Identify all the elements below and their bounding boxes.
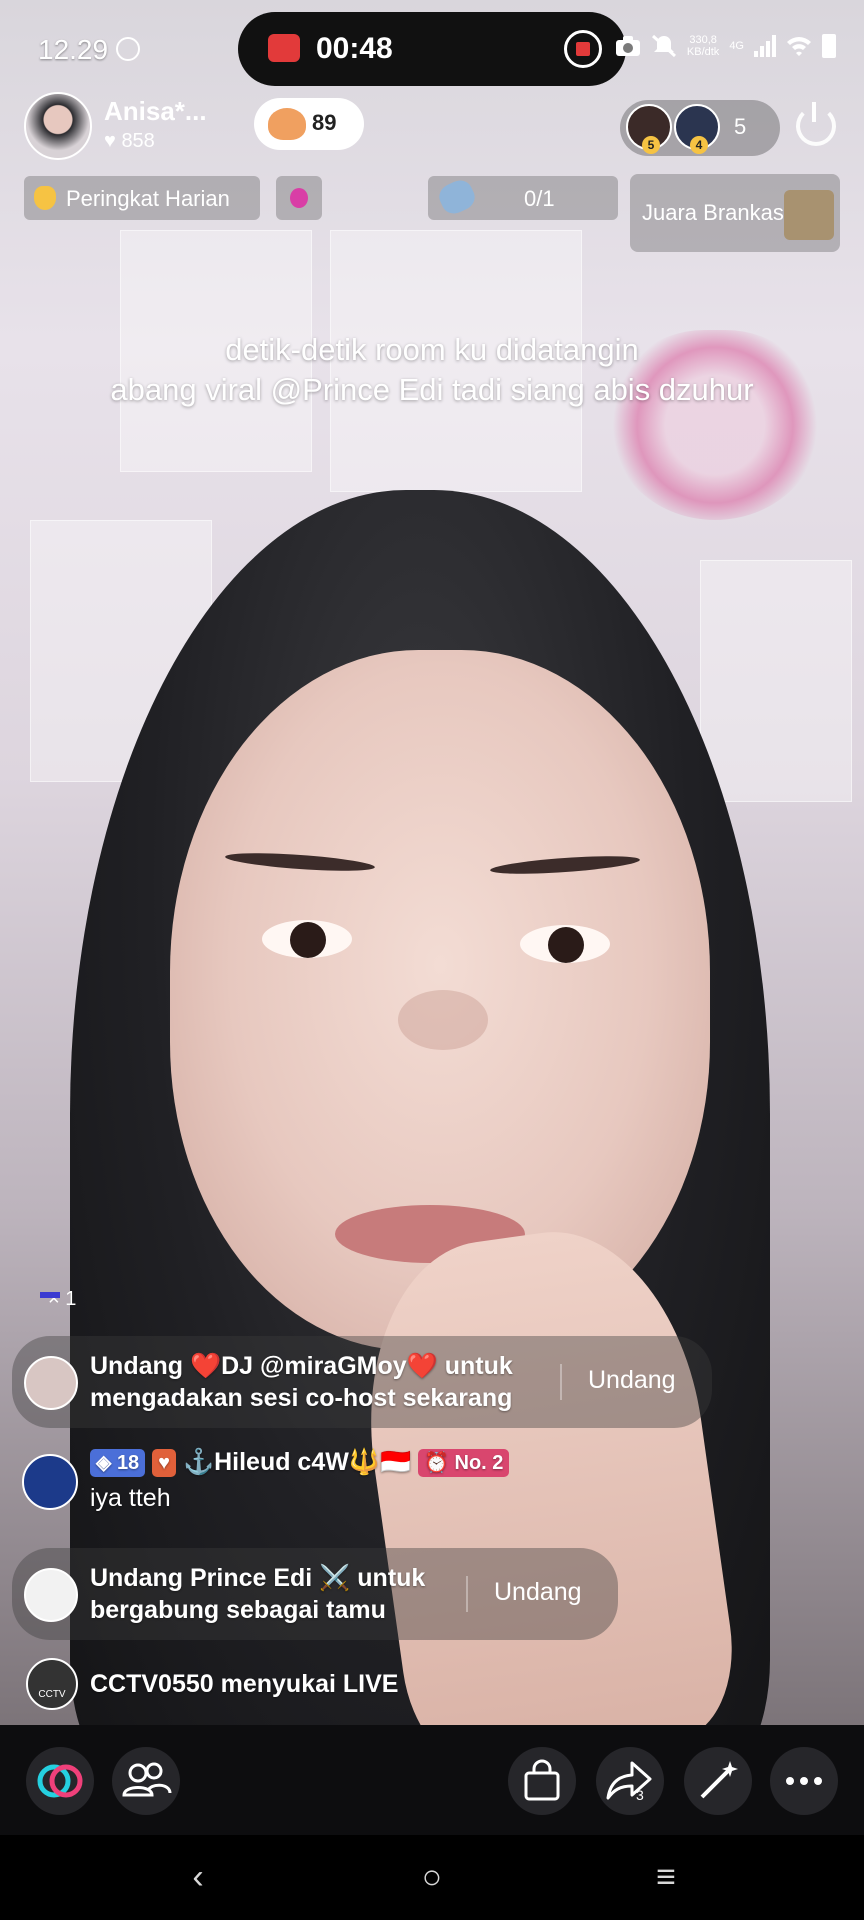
guests-button[interactable]: [112, 1747, 180, 1815]
invite-cohost-button[interactable]: Undang: [588, 1366, 676, 1395]
more-icon: [786, 1777, 822, 1785]
host-info[interactable]: Anisa*... ♥ 858 89: [22, 92, 364, 160]
avatar[interactable]: [22, 1454, 78, 1510]
goal-progress: 0/1: [524, 186, 555, 211]
live-toolbar: 3: [0, 1725, 864, 1835]
share-icon: [606, 1761, 652, 1800]
system-navigation-bar: ‹ ○ ≡: [0, 1835, 864, 1920]
back-icon[interactable]: ‹: [168, 1853, 228, 1901]
home-icon[interactable]: ○: [402, 1853, 462, 1901]
status-bar: 12.29 00:48 330,8 KB/dtk 4G: [0, 0, 864, 96]
cohost-invite-item[interactable]: Undang ❤️DJ @miraGMoy❤️ untuk mengadakan…: [12, 1336, 712, 1428]
viewer-avatar[interactable]: 4: [674, 104, 720, 154]
viewer-rank-badge: 4: [690, 136, 708, 154]
combo-mark: [40, 1292, 60, 1298]
mute-icon: [651, 34, 676, 58]
invite-line: Undang Prince Edi ⚔️ untuk: [90, 1564, 426, 1592]
signal-icon: [754, 35, 776, 57]
chat-message[interactable]: ◈ 18 ♥ ⚓Hileud c4W🔱🇮🇩 ⏰ No. 2 iya tteh: [12, 1440, 712, 1540]
eye: [262, 920, 352, 958]
invite-guest-button[interactable]: Undang: [494, 1578, 582, 1607]
hand-icon: [34, 186, 56, 210]
chat-message-text: iya tteh: [90, 1484, 171, 1512]
cohost-invite-text: Undang ❤️DJ @miraGMoy❤️ untuk mengadakan…: [90, 1350, 513, 1414]
divider: [560, 1364, 562, 1400]
goal-icon: [435, 176, 479, 218]
wall-poster: [700, 560, 852, 802]
fan-badge-icon: ♥: [152, 1449, 177, 1478]
video-caption: detik-detik room ku didatangin abang vir…: [0, 330, 864, 410]
guests-icon: [122, 1762, 172, 1797]
system-icons: 330,8 KB/dtk 4G: [615, 34, 836, 58]
caption-line: detik-detik room ku didatangin: [225, 332, 639, 367]
level-number: 18: [116, 1452, 140, 1475]
fan-club-button[interactable]: 89: [254, 98, 364, 150]
host-name[interactable]: Anisa*...: [104, 96, 207, 127]
network-speed: 330,8 KB/dtk: [686, 34, 720, 58]
gift-badge-icon[interactable]: [276, 176, 322, 220]
effects-button[interactable]: [684, 1747, 752, 1815]
nose: [398, 990, 488, 1050]
like-event-text: CCTV0550 menyukai LIVE: [90, 1670, 399, 1698]
rank-badge: ⏰ No. 2: [418, 1449, 510, 1478]
rank-text: No. 2: [454, 1452, 504, 1475]
caption-line: abang viral @Prince Edi tadi siang abis …: [110, 372, 754, 407]
wifi-icon: [787, 37, 811, 56]
daily-ranking-pill[interactable]: Peringkat Harian: [24, 176, 260, 220]
network-type: 4G: [729, 40, 744, 52]
like-event: CCTV CCTV0550 menyukai LIVE: [12, 1654, 712, 1718]
more-button[interactable]: [770, 1747, 838, 1815]
close-live-icon[interactable]: [796, 102, 836, 146]
link-icon: [37, 1764, 83, 1798]
treasure-box-pill[interactable]: Juara Brankas: [630, 174, 840, 252]
goal-pill[interactable]: 0/1: [428, 176, 618, 220]
magic-wand-icon: [700, 1761, 738, 1799]
screen-recording-pill[interactable]: 00:48: [238, 12, 626, 86]
chat-username[interactable]: ⚓Hileud c4W🔱🇮🇩: [183, 1448, 411, 1476]
heart-icon: [268, 108, 306, 140]
invite-line: bergabung sebagai tamu: [90, 1596, 386, 1624]
treasure-box-label: Juara Brankas: [642, 200, 784, 225]
guest-invite-item[interactable]: Undang Prince Edi ⚔️ untuk bergabung seb…: [12, 1548, 618, 1640]
recents-icon[interactable]: ≡: [636, 1853, 696, 1901]
avatar[interactable]: [24, 1356, 78, 1410]
video-camera-icon: [268, 34, 300, 62]
guest-invite-text: Undang Prince Edi ⚔️ untuk bergabung seb…: [90, 1562, 425, 1626]
viewer-count: 5: [734, 114, 747, 139]
chat-message-header: ◈ 18 ♥ ⚓Hileud c4W🔱🇮🇩 ⏰ No. 2: [90, 1446, 510, 1478]
invite-line: mengadakan sesi co-host sekarang: [90, 1384, 513, 1412]
treasure-chest-icon: [784, 190, 834, 240]
fan-club-count: 89: [312, 110, 337, 135]
avatar[interactable]: [24, 1568, 78, 1622]
share-count: 3: [636, 1787, 644, 1803]
eye: [520, 925, 610, 963]
level-badge: ◈ 18: [90, 1449, 146, 1478]
battery-icon: [822, 34, 836, 58]
top-viewers[interactable]: 5 4 5: [620, 100, 780, 156]
camera-icon: [615, 36, 640, 56]
avatar[interactable]: CCTV: [26, 1658, 78, 1710]
recording-timer: 00:48: [316, 32, 393, 65]
share-button[interactable]: 3: [596, 1747, 664, 1815]
stop-recording-icon[interactable]: [564, 30, 602, 68]
gift-combo: × 1: [40, 1288, 76, 1311]
link-button[interactable]: [26, 1747, 94, 1815]
host-likes: ♥ 858: [104, 130, 155, 152]
shop-button[interactable]: [508, 1747, 576, 1815]
invite-line: Undang ❤️DJ @miraGMoy❤️ untuk: [90, 1352, 513, 1380]
clock: 12.29: [38, 34, 109, 65]
daily-ranking-label: Peringkat Harian: [66, 186, 230, 211]
viewer-rank-badge: 5: [642, 136, 660, 154]
whatsapp-icon: [116, 37, 140, 61]
viewer-avatar[interactable]: 5: [626, 104, 672, 154]
shop-bag-icon: [524, 1759, 560, 1801]
host-avatar[interactable]: [24, 92, 92, 160]
divider: [466, 1576, 468, 1612]
host-likes-count: 858: [121, 130, 155, 152]
